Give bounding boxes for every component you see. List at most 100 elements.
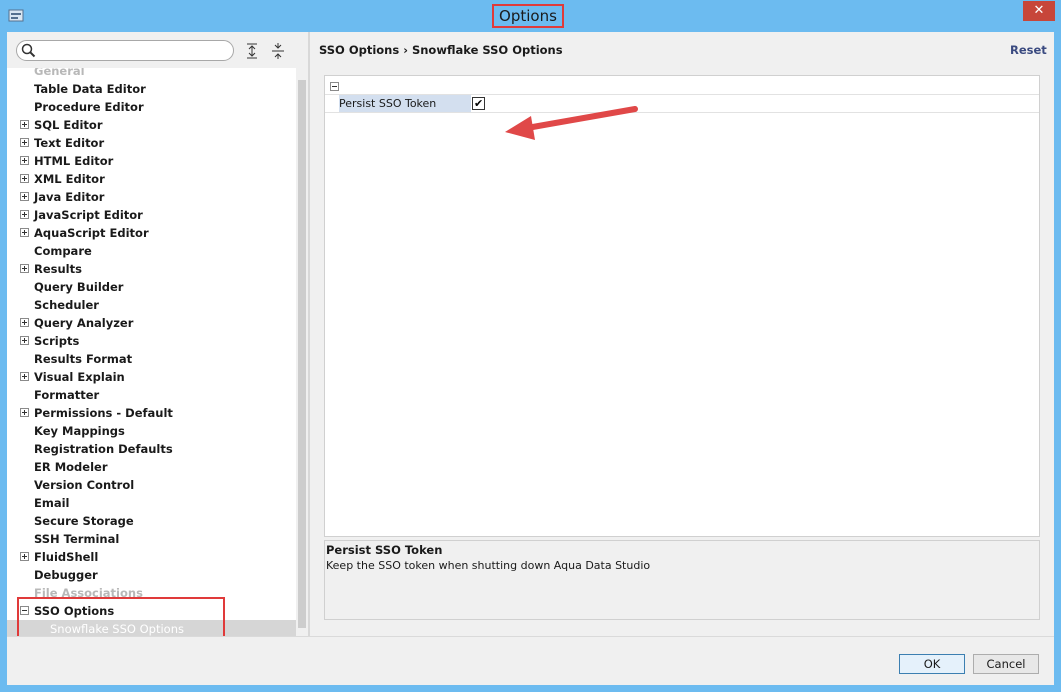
tree-item-label: Text Editor bbox=[34, 136, 105, 150]
tree-item-label: FluidShell bbox=[34, 550, 99, 564]
tree-item-formatter[interactable]: Formatter bbox=[7, 386, 296, 404]
breadcrumb: SSO Options › Snowflake SSO Options bbox=[319, 43, 563, 57]
tree-item-label: Permissions - Default bbox=[34, 406, 173, 420]
search-icon bbox=[21, 43, 36, 58]
expand-toggle-icon[interactable] bbox=[20, 174, 29, 183]
expand-toggle-icon[interactable] bbox=[20, 408, 29, 417]
expand-toggle-icon[interactable] bbox=[20, 264, 29, 273]
tree-item-label: JavaScript Editor bbox=[34, 208, 143, 222]
tree-item-label: Procedure Editor bbox=[34, 100, 144, 114]
options-tree: General Table Data Editor Procedure Edito… bbox=[7, 68, 296, 636]
expand-toggle-icon[interactable] bbox=[20, 552, 29, 561]
options-nav-panel: General Table Data Editor Procedure Edito… bbox=[7, 32, 308, 651]
options-content-panel: SSO Options › Snowflake SSO Options Rese… bbox=[310, 32, 1054, 636]
dialog-client: General Table Data Editor Procedure Edito… bbox=[7, 32, 1054, 685]
tree-item-fluidshell[interactable]: FluidShell bbox=[7, 548, 296, 566]
button-bar: OK Cancel bbox=[7, 636, 1054, 685]
tree-item-label: SQL Editor bbox=[34, 118, 103, 132]
tree-item-key-mappings[interactable]: Key Mappings bbox=[7, 422, 296, 440]
scroll-thumb[interactable] bbox=[298, 80, 306, 628]
tree-item-text-editor[interactable]: Text Editor bbox=[7, 134, 296, 152]
tree-item-label: Debugger bbox=[34, 568, 98, 582]
cancel-button[interactable]: Cancel bbox=[973, 654, 1039, 674]
group-collapse-toggle[interactable] bbox=[330, 82, 339, 91]
tree-item-query-analyzer[interactable]: Query Analyzer bbox=[7, 314, 296, 332]
tree-item-label: Scheduler bbox=[34, 298, 99, 312]
tree-item-label: Query Analyzer bbox=[34, 316, 134, 330]
tree-item-label: Scripts bbox=[34, 334, 80, 348]
tree-item-xml-editor[interactable]: XML Editor bbox=[7, 170, 296, 188]
options-window: Options ✕ General Table Data Editor Proc… bbox=[0, 0, 1061, 692]
tree-item-label: Email bbox=[34, 496, 70, 510]
tree-item-javascript-editor[interactable]: JavaScript Editor bbox=[7, 206, 296, 224]
persist-sso-token-checkbox[interactable]: ✔ bbox=[472, 97, 485, 110]
ok-button[interactable]: OK bbox=[899, 654, 965, 674]
expand-toggle-icon[interactable] bbox=[20, 210, 29, 219]
expand-toggle-icon[interactable] bbox=[20, 228, 29, 237]
expand-toggle-icon[interactable] bbox=[20, 138, 29, 147]
tree-item-html-editor[interactable]: HTML Editor bbox=[7, 152, 296, 170]
tree-item-label: SSH Terminal bbox=[34, 532, 120, 546]
tree-item-label: Key Mappings bbox=[34, 424, 125, 438]
tree-item-results[interactable]: Results bbox=[7, 260, 296, 278]
tree-item-procedure-editor[interactable]: Procedure Editor bbox=[7, 98, 296, 116]
property-grid: Persist SSO Token ✔ bbox=[324, 75, 1040, 537]
tree-item-email[interactable]: Email bbox=[7, 494, 296, 512]
title-bar: Options ✕ bbox=[0, 0, 1061, 32]
reset-link[interactable]: Reset bbox=[1010, 43, 1047, 57]
tree-item-sql-editor[interactable]: SQL Editor bbox=[7, 116, 296, 134]
close-button[interactable]: ✕ bbox=[1023, 1, 1055, 21]
tree-item-visual-explain[interactable]: Visual Explain bbox=[7, 368, 296, 386]
expand-toggle-icon[interactable] bbox=[20, 372, 29, 381]
tree-item-label: Visual Explain bbox=[34, 370, 125, 384]
checkmark-icon: ✔ bbox=[474, 97, 484, 110]
tree-item-label: Results bbox=[34, 262, 82, 276]
tree-item-debugger[interactable]: Debugger bbox=[7, 566, 296, 584]
expand-all-icon[interactable] bbox=[243, 42, 261, 60]
tree-item-aquascript-editor[interactable]: AquaScript Editor bbox=[7, 224, 296, 242]
tree-item-label: HTML Editor bbox=[34, 154, 114, 168]
search-box[interactable] bbox=[16, 40, 234, 61]
tree-item-scheduler[interactable]: Scheduler bbox=[7, 296, 296, 314]
app-icon bbox=[8, 9, 24, 22]
expand-toggle-icon[interactable] bbox=[20, 192, 29, 201]
description-title: Persist SSO Token bbox=[326, 543, 443, 557]
tree-item-label: Secure Storage bbox=[34, 514, 134, 528]
property-row-persist-sso-token[interactable]: Persist SSO Token ✔ bbox=[325, 94, 1039, 113]
tree-item-label: AquaScript Editor bbox=[34, 226, 149, 240]
tree-item-label: General bbox=[34, 68, 85, 78]
tree-item-label: Formatter bbox=[34, 388, 100, 402]
tree-item-label: Version Control bbox=[34, 478, 135, 492]
close-icon: ✕ bbox=[1033, 3, 1045, 18]
tree-scrollbar[interactable] bbox=[296, 68, 308, 636]
tree-item-label: ER Modeler bbox=[34, 460, 108, 474]
tree-item-query-builder[interactable]: Query Builder bbox=[7, 278, 296, 296]
description-text: Keep the SSO token when shutting down Aq… bbox=[326, 559, 651, 572]
tree-item-table-data-editor[interactable]: Table Data Editor bbox=[7, 80, 296, 98]
tree-item-permissions-default[interactable]: Permissions - Default bbox=[7, 404, 296, 422]
arrow-annotation bbox=[505, 106, 638, 140]
expand-toggle-icon[interactable] bbox=[20, 336, 29, 345]
expand-toggle-icon[interactable] bbox=[20, 120, 29, 129]
expand-toggle-icon[interactable] bbox=[20, 156, 29, 165]
tree-item-label: Results Format bbox=[34, 352, 133, 366]
expand-toggle-icon[interactable] bbox=[20, 318, 29, 327]
search-input[interactable] bbox=[39, 42, 229, 59]
collapse-all-icon[interactable] bbox=[269, 42, 287, 60]
tree-item-label: Registration Defaults bbox=[34, 442, 173, 456]
tree-item-label: XML Editor bbox=[34, 172, 105, 186]
tree-item-er-modeler[interactable]: ER Modeler bbox=[7, 458, 296, 476]
tree-item-java-editor[interactable]: Java Editor bbox=[7, 188, 296, 206]
tree-item-label: Table Data Editor bbox=[34, 82, 146, 96]
description-panel: Persist SSO Token Keep the SSO token whe… bbox=[324, 540, 1040, 620]
tree-item-partial[interactable]: General bbox=[7, 68, 296, 80]
tree-item-label: Java Editor bbox=[34, 190, 105, 204]
tree-item-ssh-terminal[interactable]: SSH Terminal bbox=[7, 530, 296, 548]
tree-item-version-control[interactable]: Version Control bbox=[7, 476, 296, 494]
tree-item-results-format[interactable]: Results Format bbox=[7, 350, 296, 368]
tree-item-label: Query Builder bbox=[34, 280, 124, 294]
tree-item-registration-defaults[interactable]: Registration Defaults bbox=[7, 440, 296, 458]
tree-item-secure-storage[interactable]: Secure Storage bbox=[7, 512, 296, 530]
tree-item-scripts[interactable]: Scripts bbox=[7, 332, 296, 350]
tree-item-compare[interactable]: Compare bbox=[7, 242, 296, 260]
